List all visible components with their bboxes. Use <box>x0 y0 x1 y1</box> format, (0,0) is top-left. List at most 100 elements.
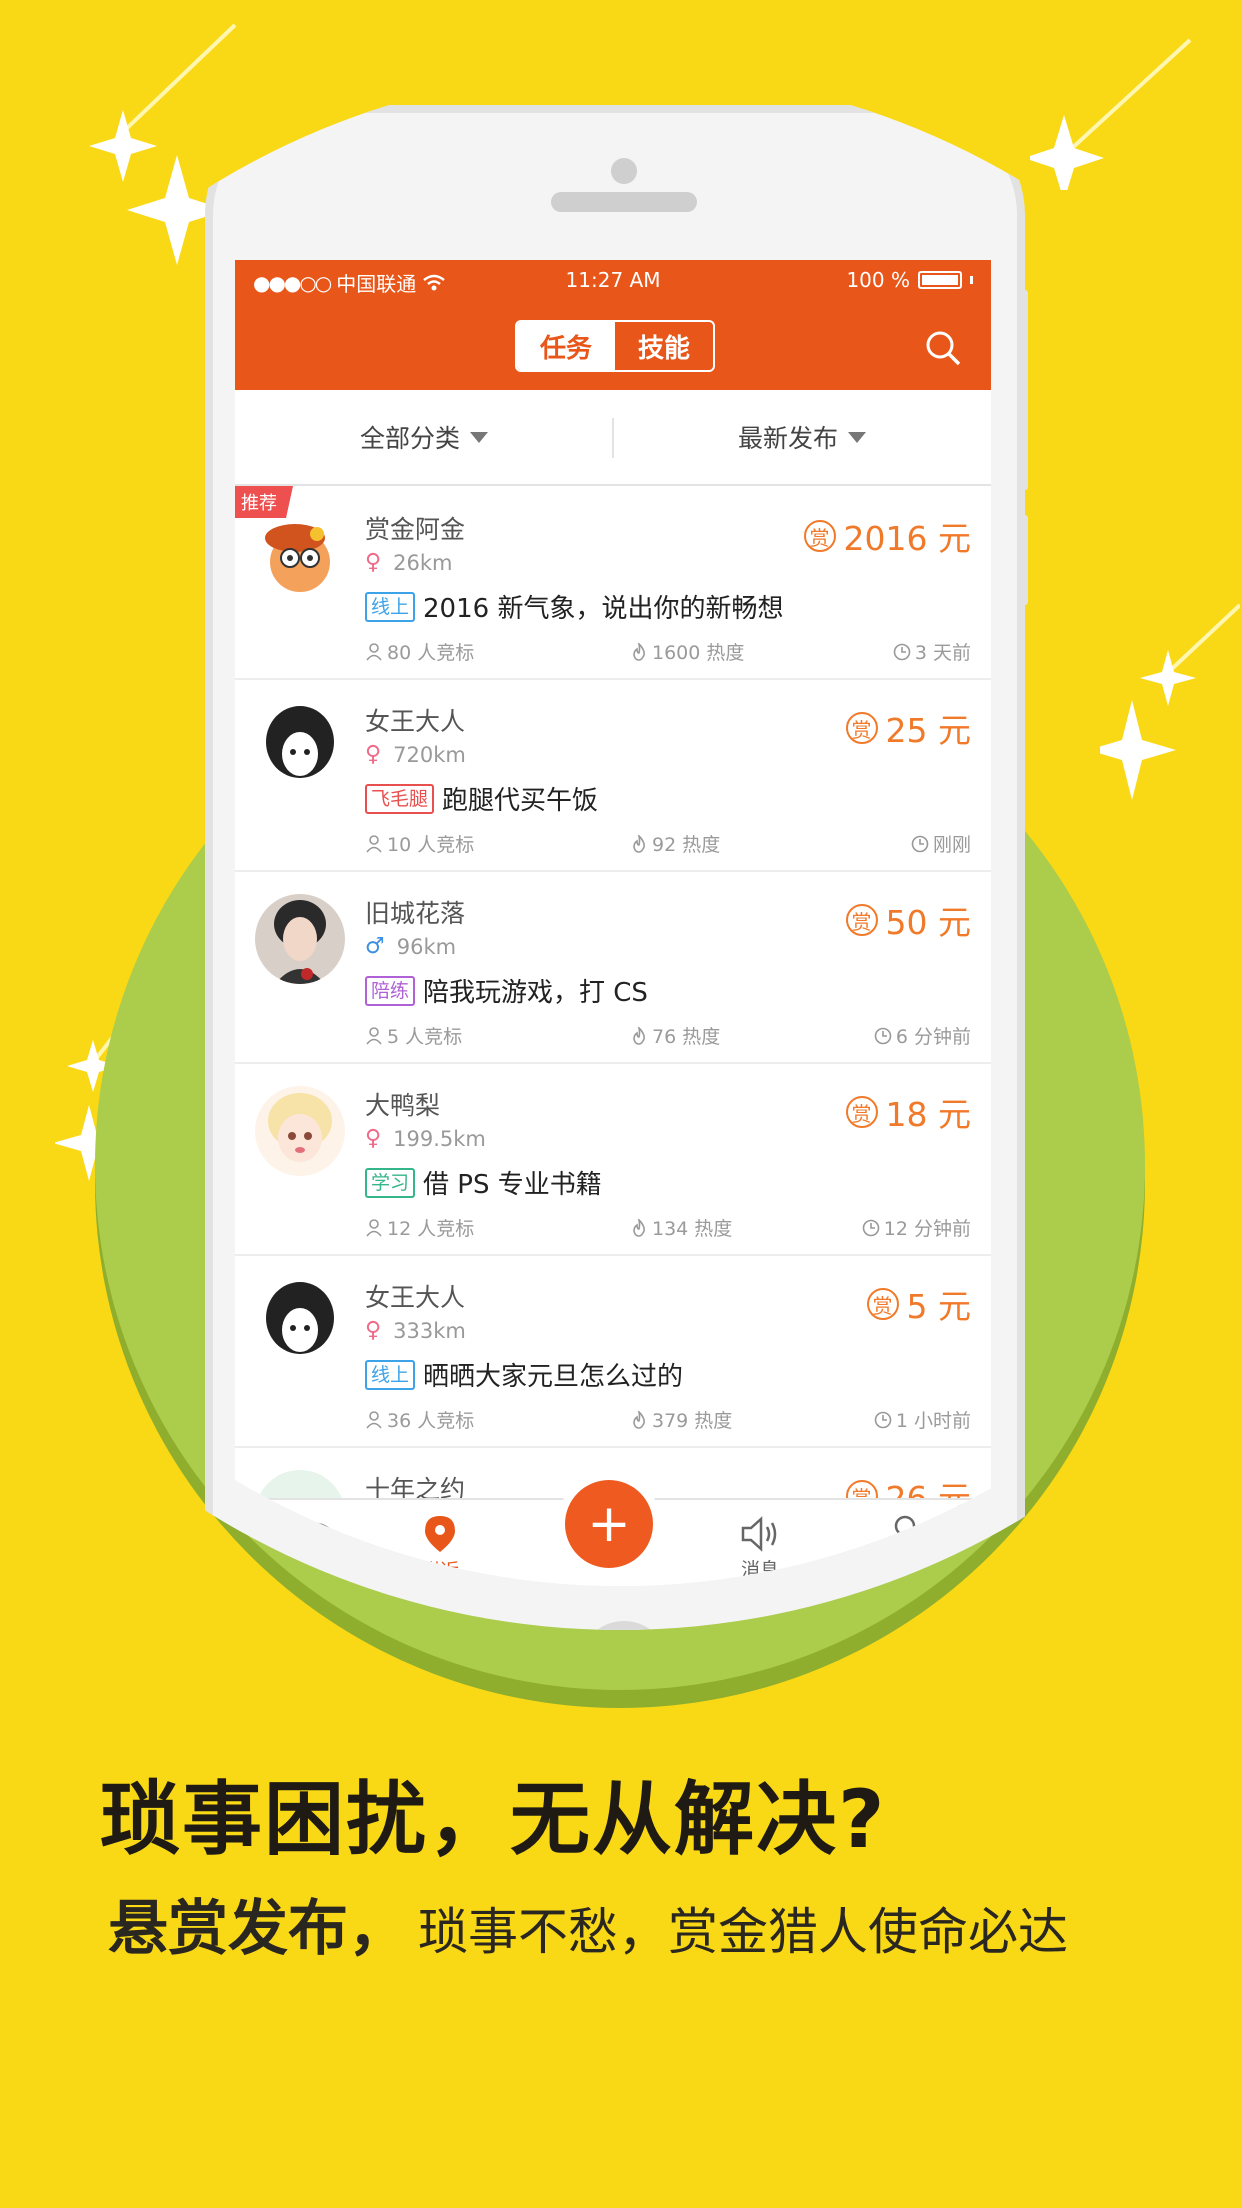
flame-icon <box>633 834 645 853</box>
heat-count: 134 热度 <box>652 1218 733 1240</box>
reward-amount: 5 元 <box>906 1287 972 1326</box>
reward-amount: 18 元 <box>885 1095 971 1134</box>
list-item[interactable]: 旧城花落 ♂ 96km 陪练 陪我玩游戏，打 CS 赏 50 元 5 人竞标 76 热… <box>235 872 991 1064</box>
battery-tip <box>970 276 973 284</box>
distance: 720km <box>393 742 466 767</box>
avatar <box>255 894 345 984</box>
user-name: 赏金阿金 <box>365 515 466 544</box>
heat-count: 1600 热度 <box>652 642 745 664</box>
category-tag: 陪练 <box>365 975 416 1006</box>
flame-icon <box>633 642 645 661</box>
location-pin-icon <box>425 1515 455 1552</box>
distance: 26km <box>393 550 453 575</box>
promo-subline: 悬赏发布， 琐事不愁，赏金猎人使命必达 <box>108 1880 1068 1967</box>
user-name: 女王大人 <box>365 1283 466 1312</box>
phone-side-button <box>1018 515 1028 605</box>
heat-count: 92 热度 <box>652 834 721 856</box>
person-icon <box>366 834 382 853</box>
heat-count: 76 热度 <box>652 1026 721 1048</box>
task-title: 2016 新气象，说出你的新畅想 <box>423 594 784 624</box>
bidders-count: 5 人竞标 <box>387 1026 463 1048</box>
category-tag: 线上 <box>365 591 416 622</box>
avatar <box>255 1086 345 1176</box>
female-icon: ♀ <box>365 550 382 575</box>
person-icon <box>366 1410 382 1429</box>
distance: 333km <box>393 1318 466 1343</box>
task-title: 借 PS 专业书籍 <box>423 1170 602 1200</box>
bidders-count: 36 人竞标 <box>387 1410 475 1432</box>
reward-icon: 赏 <box>803 520 836 552</box>
app-header: ●●●○○ 中国联通 11:27 AM 100 % 任务 技能 <box>235 260 991 390</box>
person-icon <box>366 1218 382 1237</box>
post-time: 1 小时前 <box>895 1410 971 1432</box>
sort-filter[interactable]: 最新发布 <box>613 390 991 484</box>
clock-icon <box>893 643 911 660</box>
task-title: 跑腿代买午饭 <box>442 786 599 816</box>
promo-sub-normal: 琐事不愁，赏金猎人使命必达 <box>418 1903 1068 1961</box>
filter-bar: 全部分类 最新发布 <box>235 390 991 486</box>
reward-icon: 赏 <box>845 1096 878 1128</box>
post-time: 6 分钟前 <box>895 1026 971 1048</box>
sort-filter-label: 最新发布 <box>737 424 838 453</box>
female-icon: ♀ <box>365 1318 382 1343</box>
reward-icon: 赏 <box>866 1288 899 1320</box>
list-item[interactable]: 女王大人 ♀ 333km 线上 晒晒大家元旦怎么过的 赏5 元 36 人竞标 379… <box>235 1256 991 1448</box>
list-item[interactable]: 大鸭梨 ♀ 199.5km 学习借 PS 专业书籍 赏 18 元 12 人竞标 13… <box>235 1064 991 1256</box>
dropdown-arrow-icon <box>470 431 488 443</box>
phone-camera <box>611 158 637 184</box>
bidders-count: 12 人竞标 <box>387 1218 475 1240</box>
user-name: 大鸭梨 <box>365 1091 441 1120</box>
heat-count: 379 热度 <box>652 1410 733 1432</box>
dropdown-arrow-icon <box>848 431 866 443</box>
distance: 199.5km <box>393 1126 486 1151</box>
flame-icon <box>633 1218 645 1237</box>
post-time: 刚刚 <box>932 834 971 856</box>
phone-speaker <box>551 192 697 212</box>
category-filter[interactable]: 全部分类 <box>235 390 613 484</box>
list-item[interactable]: 推荐 赏金阿金 ♀ 26km 线上 2016 新气象，说出你的新畅想 赏 2016 元… <box>235 486 991 680</box>
female-icon: ♀ <box>365 742 382 767</box>
sparkle-icon <box>1030 38 1192 190</box>
female-icon: ♀ <box>365 1126 382 1151</box>
phone-side-button <box>1018 290 1028 490</box>
promo-sub-bold: 悬赏发布， <box>108 1894 408 1964</box>
task-list: 推荐 赏金阿金 ♀ 26km 线上 2016 新气象，说出你的新畅想 赏 2016 元… <box>235 486 991 1586</box>
bidders-count: 80 人竞标 <box>387 642 475 664</box>
person-icon <box>366 642 382 661</box>
add-task-button[interactable]: + <box>565 1480 653 1568</box>
task-title: 晒晒大家元旦怎么过的 <box>423 1362 684 1392</box>
reward-icon: 赏 <box>845 904 878 936</box>
category-tag: 学习 <box>365 1167 416 1198</box>
sparkle-icon <box>1100 603 1240 800</box>
category-tag: 飞毛腿 <box>365 783 435 814</box>
tab-tasks[interactable]: 任务 <box>517 322 615 370</box>
reward-amount: 50 元 <box>885 903 971 942</box>
category-filter-label: 全部分类 <box>359 424 460 453</box>
avatar <box>255 1278 345 1368</box>
list-item[interactable]: 女王大人 ♀ 720km 飞毛腿 跑腿代买午饭 赏 25 元 10 人竞标 92 热度… <box>235 680 991 872</box>
person-icon <box>366 1026 382 1045</box>
status-bar: ●●●○○ 中国联通 11:27 AM 100 % <box>235 268 991 298</box>
distance: 96km <box>396 934 457 959</box>
mode-switch: 任务 技能 <box>515 320 715 372</box>
search-icon[interactable] <box>923 328 963 368</box>
post-time: 3 天前 <box>914 642 971 664</box>
reward-amount: 25 元 <box>885 711 971 750</box>
speaker-icon <box>741 1515 777 1552</box>
recommended-badge: 推荐 <box>235 486 293 518</box>
battery-icon <box>918 271 962 289</box>
reward-icon: 赏 <box>845 712 878 744</box>
clock-icon <box>862 1219 880 1236</box>
user-name: 旧城花落 <box>365 899 466 928</box>
clock-icon <box>911 835 929 852</box>
clock-icon <box>874 1027 892 1044</box>
clock-icon <box>874 1411 892 1428</box>
post-time: 12 分钟前 <box>883 1218 971 1240</box>
avatar <box>255 702 345 792</box>
bidders-count: 10 人竞标 <box>387 834 475 856</box>
task-title: 陪我玩游戏，打 CS <box>423 978 648 1008</box>
reward-amount: 2016 元 <box>843 519 971 558</box>
battery-label: 100 % <box>846 268 910 292</box>
flame-icon <box>633 1026 645 1045</box>
tab-skills[interactable]: 技能 <box>615 322 713 370</box>
